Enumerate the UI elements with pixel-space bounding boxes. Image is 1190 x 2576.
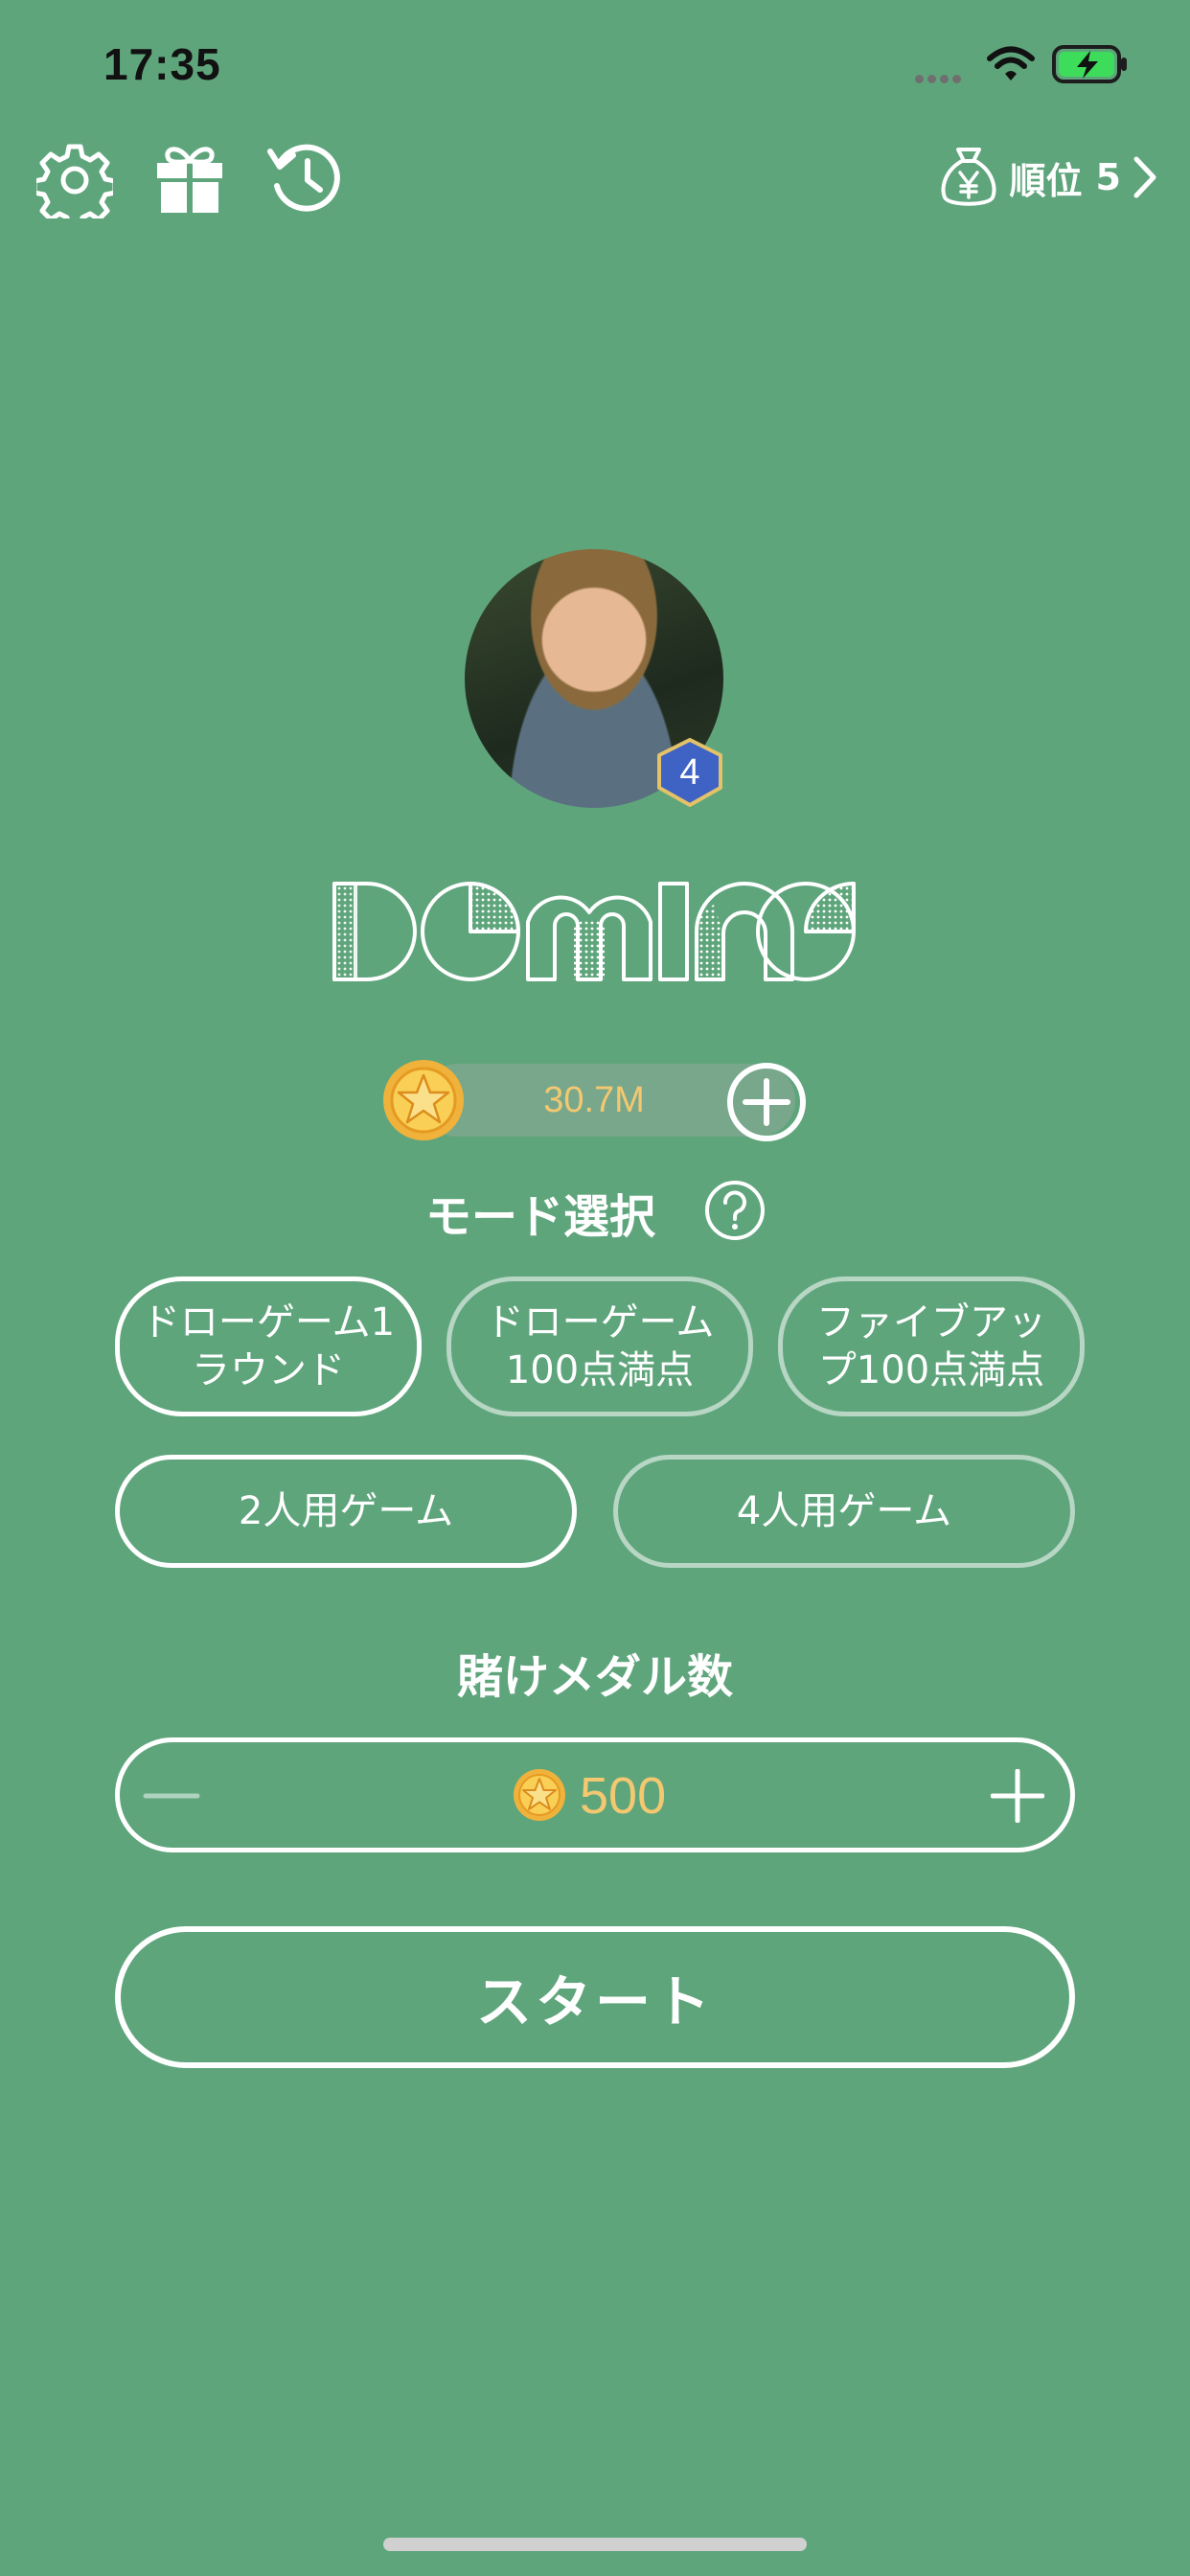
mode-draw-100-button[interactable]: ドローゲーム 100点満点 xyxy=(446,1276,753,1416)
help-icon[interactable] xyxy=(703,1179,767,1242)
mode-select-title: モード選択 xyxy=(425,1190,656,1244)
battery-charging-icon xyxy=(1052,45,1127,83)
mode-draw-1-round-button[interactable]: ドローゲーム1 ラウンド xyxy=(115,1276,422,1416)
mode-five-up-100-button[interactable]: ファイブアッ プ100点満点 xyxy=(778,1276,1085,1416)
level-badge: 4 xyxy=(679,751,700,793)
chevron-right-icon xyxy=(1133,156,1156,198)
bet-title: 賭けメダル数 xyxy=(456,1650,733,1704)
coin-amount: 30.7M xyxy=(543,1079,645,1120)
start-button[interactable]: スタート xyxy=(115,1926,1075,2068)
status-time: 17:35 xyxy=(103,39,221,89)
ranking-link[interactable]: 順位 5 xyxy=(939,146,1159,209)
home-indicator[interactable] xyxy=(383,2538,807,2551)
decrease-bet-icon[interactable] xyxy=(142,1775,201,1817)
mode-4-player-button[interactable]: 4人用ゲーム xyxy=(613,1455,1075,1568)
mode-2-player-button[interactable]: 2人用ゲーム xyxy=(115,1455,577,1568)
rank-label: 順位 xyxy=(1009,159,1083,202)
wifi-icon xyxy=(987,46,1035,80)
rank-value: 5 xyxy=(1095,156,1121,198)
increase-bet-icon[interactable] xyxy=(991,1769,1044,1823)
bet-coin-icon xyxy=(514,1769,565,1821)
signal-dots-icon xyxy=(915,69,965,87)
gear-icon[interactable] xyxy=(36,142,113,218)
history-icon[interactable] xyxy=(266,140,345,217)
coin-icon xyxy=(383,1060,464,1140)
money-bag-yen-icon xyxy=(941,148,995,206)
domino-logo xyxy=(332,882,856,981)
gift-icon[interactable] xyxy=(155,142,224,215)
bet-amount: 500 xyxy=(580,1767,667,1825)
add-coins-icon[interactable] xyxy=(726,1062,807,1142)
